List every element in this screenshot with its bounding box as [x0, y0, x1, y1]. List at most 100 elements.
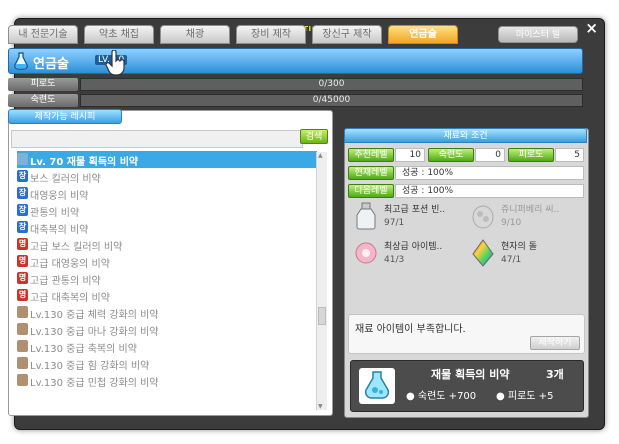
- search-input[interactable]: [11, 130, 303, 148]
- material-name: 현자의 돌: [501, 242, 537, 252]
- result-count: 3개: [546, 368, 564, 381]
- search-button[interactable]: 검색: [300, 129, 328, 144]
- recipe-item-label: 대축복의 비약: [30, 225, 89, 236]
- result-item-name: 재물 획득의 비약: [431, 368, 510, 381]
- recipe-item-label: 고급 대영웅의 비약: [30, 259, 110, 270]
- recommended-level-value: 10: [395, 148, 425, 162]
- juniper-seed-icon: [472, 205, 494, 229]
- fatigue-value: 0/300: [318, 79, 345, 89]
- meister-button[interactable]: 마이스터 빌: [498, 26, 578, 43]
- scroll-icon: [17, 340, 28, 352]
- material-qty: 9/10: [501, 218, 522, 228]
- recipe-item[interactable]: Lv.130 중급 민첩 강화의 비약: [17, 372, 317, 389]
- recipe-item[interactable]: Lv.130 중급 축복의 비약: [17, 338, 317, 355]
- material-qty: 97/1: [384, 218, 405, 228]
- potion-result-icon: [359, 368, 395, 404]
- material-item[interactable]: 최상급 아이템.. 41/3: [350, 236, 465, 272]
- result-fatigue-gain: ● 피로도 +5: [496, 391, 554, 402]
- scroll-thumb[interactable]: [318, 307, 326, 325]
- proficiency-gain-text: 숙련도 +700: [417, 391, 477, 402]
- current-level-row: 현재레벨 성공 : 100%: [348, 166, 584, 180]
- recipe-grade-icon: 장: [17, 170, 28, 182]
- fatigue-gain-text: 피로도 +5: [507, 391, 554, 402]
- recipe-grade-icon: 장: [17, 204, 28, 216]
- req-proficiency-label: 숙련도: [428, 148, 474, 162]
- flask-icon: [17, 153, 28, 165]
- close-button[interactable]: ×: [585, 20, 598, 36]
- recipe-item-label: Lv.130 중급 마나 강화의 비약: [30, 327, 159, 338]
- proficiency-value: 0/45000: [312, 95, 351, 105]
- hand-cursor-icon: [105, 50, 125, 76]
- tab-bar: 내 전문기술 약초 채집 채광 장비 제작 장신구 제작 연금술 마이스터 빌: [8, 25, 578, 45]
- recipe-item[interactable]: 장 대영웅의 비약: [17, 185, 317, 202]
- result-proficiency-gain: ● 숙련도 +700: [406, 391, 477, 402]
- scroll-icon: [17, 306, 28, 318]
- flower-crystal-icon: [355, 242, 377, 264]
- recipe-grade-icon: 명: [17, 289, 28, 301]
- skill-header: 연금술 LV. 10: [8, 48, 583, 74]
- status-message: 재료 아이템이 부족합니다.: [355, 324, 466, 335]
- recipe-item-label: Lv.130 중급 힘 강화의 비약: [30, 361, 150, 372]
- philosopher-stone-icon: [472, 239, 494, 267]
- fatigue-row: 피로도 0/300: [8, 78, 583, 91]
- recipe-item[interactable]: Lv.130 중급 힘 강화의 비약: [17, 355, 317, 372]
- material-item[interactable]: 현자의 돌 47/1: [467, 236, 582, 272]
- materials-header: 재료와 조건: [344, 128, 587, 143]
- recipe-item[interactable]: Lv.130 중급 마나 강화의 비약: [17, 321, 317, 338]
- potion-bottle-icon: [356, 202, 376, 230]
- scroll-down-icon[interactable]: ▼: [318, 403, 323, 410]
- material-item[interactable]: 쥬니퍼베리 씨.. 9/10: [467, 199, 582, 235]
- recipe-item[interactable]: 장 대축복의 비약: [17, 219, 317, 236]
- proficiency-bar: 0/45000: [80, 94, 583, 107]
- next-level-value: 성공 : 100%: [395, 184, 584, 198]
- next-level-label: 다음레벨: [348, 184, 394, 198]
- flask-icon: [14, 52, 28, 70]
- material-qty: 47/1: [501, 255, 522, 265]
- recipe-item-label: 관통의 비약: [30, 208, 80, 219]
- scroll-up-icon[interactable]: ▲: [318, 152, 323, 159]
- recipe-item[interactable]: 명 고급 대영웅의 비약: [17, 253, 317, 270]
- tab-my-skills[interactable]: 내 전문기술: [8, 25, 78, 44]
- material-item[interactable]: 최고급 포션 빈.. 97/1: [350, 199, 465, 235]
- material-name: 최고급 포션 빈..: [384, 205, 446, 215]
- recipe-item-label: Lv. 70 재물 획득의 비약: [30, 157, 139, 168]
- req-fatigue-value: 5: [555, 148, 584, 162]
- scroll-icon: [17, 323, 28, 335]
- tab-herb-gathering[interactable]: 약초 채집: [84, 25, 154, 44]
- fatigue-bar: 0/300: [80, 78, 583, 91]
- tab-alchemy[interactable]: 연금술: [388, 25, 458, 44]
- recipe-item-label: 보스 킬러의 비약: [30, 174, 101, 185]
- proficiency-label: 숙련도: [8, 94, 78, 107]
- tab-equipment-crafting[interactable]: 장비 제작: [236, 25, 306, 44]
- recipe-list: Lv. 70 재물 획득의 비약 장 보스 킬러의 비약 장 대영웅의 비약 장 관통의 비…: [17, 151, 317, 389]
- recipe-item-label: Lv.130 중급 체력 강화의 비약: [30, 310, 159, 321]
- recipe-item-label: 고급 대축복의 비약: [30, 293, 110, 304]
- req-proficiency-value: 0: [475, 148, 505, 162]
- scroll-icon: [17, 374, 28, 386]
- result-panel: 재물 획득의 비약 3개 ● 숙련도 +700 ● 피로도 +5: [350, 360, 584, 412]
- recipe-item-label: Lv.130 중급 축복의 비약: [30, 344, 137, 355]
- next-level-row: 다음레벨 성공 : 100%: [348, 184, 584, 198]
- recipe-grade-icon: 명: [17, 255, 28, 267]
- current-level-label: 현재레벨: [348, 166, 394, 180]
- req-fatigue-label: 피로도: [508, 148, 554, 162]
- condition-row-1: 추천레벨 10 숙련도 0 피로도 5: [348, 148, 584, 162]
- recipe-item[interactable]: Lv.130 중급 체력 강화의 비약: [17, 304, 317, 321]
- tab-accessory-crafting[interactable]: 장신구 제작: [312, 25, 382, 44]
- recipe-scrollbar[interactable]: ▲ ▼: [316, 152, 327, 410]
- status-message-box: 재료 아이템이 부족합니다. 제작하기: [348, 314, 585, 354]
- recipe-item[interactable]: 명 고급 관통의 비약: [17, 270, 317, 287]
- fatigue-label: 피로도: [8, 78, 78, 91]
- scroll-icon: [17, 357, 28, 369]
- recipe-item[interactable]: 명 고급 보스 킬러의 비약: [17, 236, 317, 253]
- tab-mining[interactable]: 채광: [160, 25, 230, 44]
- recipe-item[interactable]: 장 관통의 비약: [17, 202, 317, 219]
- recipe-grade-icon: 장: [17, 187, 28, 199]
- recipe-item[interactable]: Lv. 70 재물 획득의 비약: [17, 151, 317, 168]
- recipe-item-label: 고급 보스 킬러의 비약: [30, 242, 123, 253]
- recommended-level-label: 추천레벨: [348, 148, 394, 162]
- recipe-item[interactable]: 장 보스 킬러의 비약: [17, 168, 317, 185]
- craft-button[interactable]: 제작하기: [530, 336, 580, 350]
- recipe-header: 제작가능 레시피: [8, 109, 122, 124]
- recipe-item[interactable]: 명 고급 대축복의 비약: [17, 287, 317, 304]
